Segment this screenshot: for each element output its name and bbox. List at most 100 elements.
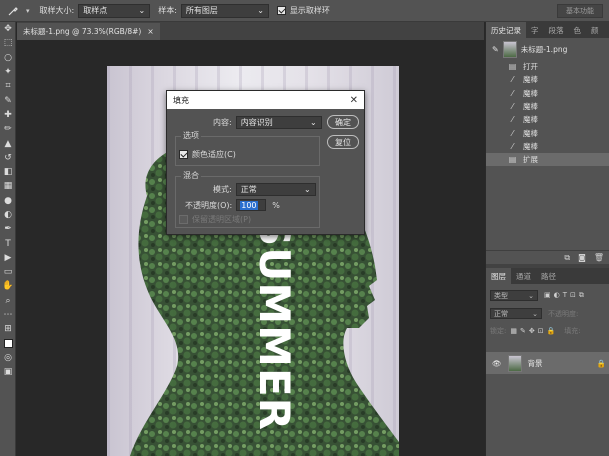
right-panels: 历史记录 字 段落 色 颜 ✎ 未标题-1.png ▤ 打开 ⁄ 魔棒 ⁄ 魔棒 ⁄ 魔… <box>485 22 609 456</box>
sample-size-select[interactable]: 取样点 ⌄ <box>78 3 151 18</box>
history-item[interactable]: ⁄ 魔棒 <box>486 126 609 139</box>
sample-value: 所有图层 <box>185 6 218 15</box>
eyedropper-tool-icon[interactable] <box>0 0 26 22</box>
healing-brush-icon[interactable]: ✚ <box>0 108 16 122</box>
blend-mode-select[interactable]: 正常 ⌄ <box>490 308 542 319</box>
shape-tool-icon[interactable]: ▭ <box>0 265 16 279</box>
layer-filter-row: 类型 ⌄ ▣◐T⊡⧉ <box>490 290 587 301</box>
mode-select[interactable]: 正常 ⌄ <box>235 183 316 196</box>
history-item[interactable]: ⁄ 魔棒 <box>486 113 609 126</box>
history-item-label: 魔棒 <box>523 128 538 138</box>
magic-wand-tool-icon[interactable]: ✦ <box>0 65 16 79</box>
chevron-down-icon: ⌄ <box>528 291 534 300</box>
foreground-background-color[interactable] <box>0 337 16 351</box>
gradient-tool-icon[interactable]: ▦ <box>0 179 16 193</box>
preserve-transparency-checkbox[interactable] <box>179 215 188 224</box>
sample-label: 样本: <box>158 6 177 15</box>
document-tab[interactable]: 未标题-1.png @ 73.3%(RGB/8#) × <box>17 23 160 40</box>
show-ring-checkbox[interactable] <box>276 6 286 15</box>
trash-icon[interactable]: 🗑 <box>594 253 604 262</box>
quick-mask-icon[interactable]: ◎ <box>0 351 16 365</box>
sample-select[interactable]: 所有图层 ⌄ <box>180 3 269 18</box>
layer-filter-select[interactable]: 类型 ⌄ <box>490 290 538 301</box>
eyedropper-tool-icon[interactable]: ✎ <box>0 93 16 107</box>
chevron-down-icon: ⌄ <box>257 6 264 15</box>
dialog-title: 填充 <box>173 95 189 105</box>
opacity-input[interactable]: 100 <box>236 199 267 211</box>
zoom-tool-icon[interactable]: ⌕ <box>0 294 16 308</box>
reset-button[interactable]: 复位 <box>327 135 359 149</box>
preserve-transparency-label: 保留透明区域(P) <box>192 215 252 224</box>
sample-size-value: 取样点 <box>83 6 108 15</box>
magic-wand-icon: ⁄ <box>511 128 514 138</box>
ok-button[interactable]: 确定 <box>327 115 359 129</box>
lasso-tool-icon[interactable]: ○ <box>0 51 16 65</box>
tab-channels[interactable]: 通道 <box>511 268 536 284</box>
move-tool-icon[interactable]: ✥ <box>0 22 16 36</box>
tab-history[interactable]: 历史记录 <box>486 22 526 38</box>
contents-select[interactable]: 内容识别 ⌄ <box>235 116 322 129</box>
history-footer: ⧉ ◙ 🗑 <box>486 250 609 264</box>
history-item-label: 魔棒 <box>523 102 538 112</box>
lock-icons[interactable]: ▦✎✥⊡🔒 <box>510 327 558 335</box>
layer-row[interactable]: 👁 背景 🔒 <box>486 352 609 374</box>
history-item[interactable]: ⁄ 魔棒 <box>486 73 609 86</box>
workspace-button[interactable]: 基本功能 <box>557 4 603 18</box>
preserve-row: 保留透明区域(P) <box>179 214 251 225</box>
crop-tool-icon[interactable]: ⌗ <box>0 79 16 93</box>
document-icon: ▤ <box>508 62 517 72</box>
history-item-label: 魔棒 <box>523 88 538 98</box>
history-item[interactable]: ⁄ 魔棒 <box>486 100 609 113</box>
new-document-from-state-icon[interactable]: ⧉ <box>564 253 570 263</box>
history-brush-icon[interactable]: ↺ <box>0 151 16 165</box>
stamp-tool-icon[interactable]: ▲ <box>0 136 16 150</box>
sample-size-label: 取样大小: <box>39 6 75 15</box>
marquee-tool-icon[interactable]: ⬚ <box>0 36 16 50</box>
fill-label: 填充: <box>564 327 581 335</box>
history-brush-source-icon[interactable]: ✎ <box>492 45 499 54</box>
snapshot-thumbnail <box>502 40 517 58</box>
screen-mode-icon[interactable]: ▣ <box>0 365 16 379</box>
tab-swatches[interactable]: 颜 <box>586 22 604 38</box>
brush-tool-icon[interactable]: ✏ <box>0 122 16 136</box>
tab-color[interactable]: 色 <box>569 22 587 38</box>
history-item-label: 打开 <box>523 62 538 72</box>
eraser-tool-icon[interactable]: ◧ <box>0 165 16 179</box>
layer-filter-icons[interactable]: ▣◐T⊡⧉ <box>544 291 587 300</box>
color-adapt-row: 颜色适应(C) <box>179 149 236 160</box>
color-adapt-checkbox[interactable] <box>179 150 188 159</box>
history-snapshot[interactable]: ✎ 未标题-1.png <box>486 38 609 60</box>
close-icon[interactable]: ✕ <box>350 95 358 106</box>
history-item[interactable]: ⁄ 魔棒 <box>486 140 609 153</box>
more-tools-icon[interactable]: ⋯ <box>0 308 16 322</box>
tab-paragraph[interactable]: 段落 <box>544 22 569 38</box>
snapshot-label: 未标题-1.png <box>520 44 568 54</box>
type-tool-icon[interactable]: T <box>0 236 16 250</box>
blur-tool-icon[interactable]: ● <box>0 194 16 208</box>
dodge-tool-icon[interactable]: ◐ <box>0 208 16 222</box>
history-item[interactable]: ▤ 打开 <box>486 60 609 73</box>
pen-tool-icon[interactable]: ✒ <box>0 222 16 236</box>
color-adapt-label: 颜色适应(C) <box>192 150 236 159</box>
layer-thumbnail <box>507 354 522 372</box>
tool-preset-chevron-icon[interactable]: ▾ <box>26 7 30 15</box>
hand-tool-icon[interactable]: ✋ <box>0 279 16 293</box>
magic-wand-icon: ⁄ <box>511 115 514 125</box>
tab-layers[interactable]: 图层 <box>486 268 511 284</box>
fill-dialog: 填充 ✕ 内容: 内容识别 ⌄ 确定 复位 选项 颜色适应(C) 混合 模式: 正… <box>166 90 365 235</box>
contents-value: 内容识别 <box>240 118 273 127</box>
close-icon[interactable]: × <box>147 27 153 36</box>
default-colors-icon[interactable]: ⊞ <box>0 322 16 336</box>
mode-row: 模式: 正常 ⌄ <box>213 183 316 196</box>
tab-character[interactable]: 字 <box>526 22 544 38</box>
chevron-down-icon: ⌄ <box>138 6 146 15</box>
magic-wand-icon: ⁄ <box>511 102 514 112</box>
history-item[interactable]: ⁄ 魔棒 <box>486 87 609 100</box>
history-item-label: 魔棒 <box>523 141 538 151</box>
tab-paths[interactable]: 路径 <box>536 268 561 284</box>
camera-snapshot-icon[interactable]: ◙ <box>578 253 586 262</box>
path-selection-icon[interactable]: ▶ <box>0 251 16 265</box>
document-tab-bar: 未标题-1.png @ 73.3%(RGB/8#) × <box>17 22 484 40</box>
eye-icon[interactable]: 👁 <box>492 359 502 368</box>
history-item-selected[interactable]: ▤ 扩展 <box>486 153 609 167</box>
